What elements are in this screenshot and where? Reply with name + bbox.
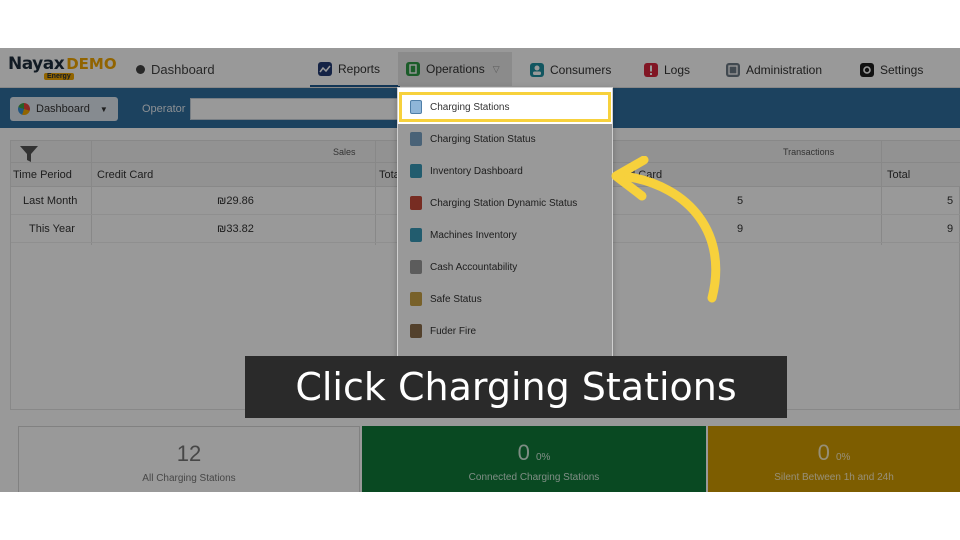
instruction-caption: Click Charging Stations [245,356,787,418]
app-window: Nayax DEMO Energy Dashboard Reports Opera… [0,48,960,492]
curved-arrow-icon [611,156,721,303]
menu-dim-overlay [398,124,612,376]
operations-menu: Charging Stations Charging Station Statu… [397,87,613,377]
highlight-box [399,92,611,122]
screenshot-stage: Nayax DEMO Energy Dashboard Reports Opera… [0,0,960,540]
